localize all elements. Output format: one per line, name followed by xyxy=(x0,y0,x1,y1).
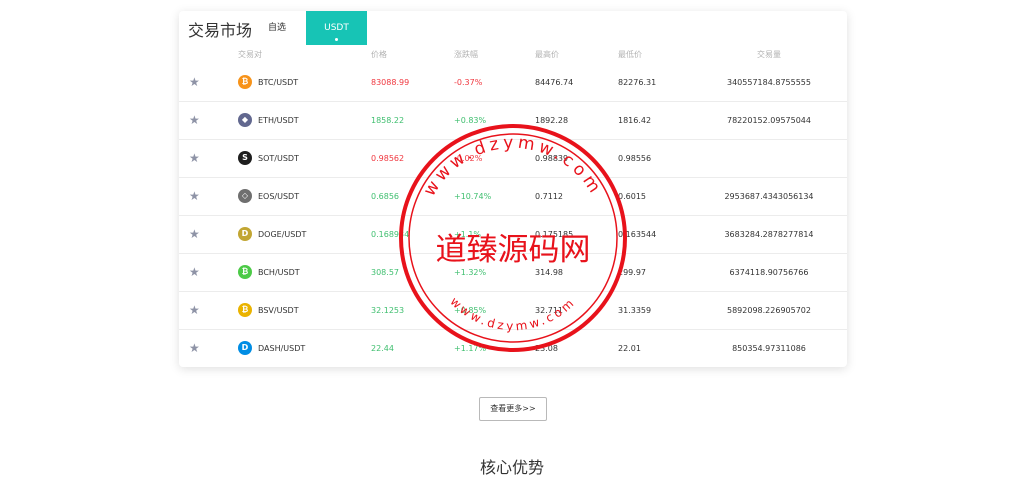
star-favorite-icon[interactable]: ★ xyxy=(189,266,201,278)
star-favorite-icon[interactable]: ★ xyxy=(189,304,201,316)
tab-usdt[interactable]: USDT xyxy=(306,11,367,45)
col-pair: 交易对 xyxy=(238,50,262,59)
market-title: 交易市场 xyxy=(188,21,253,40)
eos-coin-icon: ◇ xyxy=(238,189,252,203)
seal-url-bottom: www.dzymw.com xyxy=(447,294,578,333)
dash-coin-icon: D xyxy=(238,341,252,355)
col-price: 价格 xyxy=(371,50,387,59)
tab-favorites[interactable]: 自选 xyxy=(259,11,295,45)
price-value: 22.44 xyxy=(371,344,394,353)
col-change: 涨跌幅 xyxy=(454,50,478,59)
eth-coin-icon: ◆ xyxy=(238,113,252,127)
col-volume: 交易量 xyxy=(757,50,781,59)
market-header: 交易市场 自选 USDT xyxy=(179,11,847,45)
low-value: 82276.31 xyxy=(618,78,657,87)
bsv-coin-icon: ₿ xyxy=(238,303,252,317)
star-favorite-icon[interactable]: ★ xyxy=(189,152,201,164)
bch-coin-icon: ₿ xyxy=(238,265,252,279)
change-value: -0.37% xyxy=(454,78,483,87)
volume-value: 850354.97311086 xyxy=(732,344,806,353)
watermark-seal: www.dzymw.com www.dzymw.com 道臻源码网 xyxy=(399,124,627,352)
table-header: 交易对 价格 涨跌幅 最高价 最低价 交易量 xyxy=(179,49,847,65)
pair-name: EOS/USDT xyxy=(258,192,300,201)
price-value: 83088.99 xyxy=(371,78,410,87)
col-high: 最高价 xyxy=(535,50,559,59)
pair-name: ETH/USDT xyxy=(258,116,299,125)
view-more-button[interactable]: 查看更多>> xyxy=(479,397,547,421)
volume-value: 2953687.4343056134 xyxy=(724,192,814,201)
pair-name: BSV/USDT xyxy=(258,306,299,315)
sot-coin-icon: S xyxy=(238,151,252,165)
col-low: 最低价 xyxy=(618,50,642,59)
seal-url-top: www.dzymw.com xyxy=(420,133,607,200)
pair-name: BTC/USDT xyxy=(258,78,299,87)
star-favorite-icon[interactable]: ★ xyxy=(189,190,201,202)
section-title: 核心优势 xyxy=(479,458,544,477)
star-favorite-icon[interactable]: ★ xyxy=(189,114,201,126)
pair-name: BCH/USDT xyxy=(258,268,300,277)
volume-value: 340557184.8755555 xyxy=(727,78,811,87)
volume-value: 3683284.2878277814 xyxy=(724,230,814,239)
volume-value: 6374118.90756766 xyxy=(729,268,809,277)
table-row[interactable]: ★ ₿ BTC/USDT 83088.99 -0.37% 84476.74 82276.31… xyxy=(179,64,847,102)
volume-value: 5892098.226905702 xyxy=(727,306,811,315)
star-favorite-icon[interactable]: ★ xyxy=(189,228,201,240)
volume-value: 78220152.09575044 xyxy=(727,116,811,125)
high-value: 84476.74 xyxy=(535,78,574,87)
star-favorite-icon[interactable]: ★ xyxy=(189,342,201,354)
doge-coin-icon: D xyxy=(238,227,252,241)
pair-name: DOGE/USDT xyxy=(258,230,307,239)
pair-name: SOT/USDT xyxy=(258,154,299,163)
seal-main-text: 道臻源码网 xyxy=(436,232,591,268)
star-favorite-icon[interactable]: ★ xyxy=(189,76,201,88)
btc-coin-icon: ₿ xyxy=(238,75,252,89)
pair-name: DASH/USDT xyxy=(258,344,306,353)
volume-value xyxy=(669,140,869,177)
